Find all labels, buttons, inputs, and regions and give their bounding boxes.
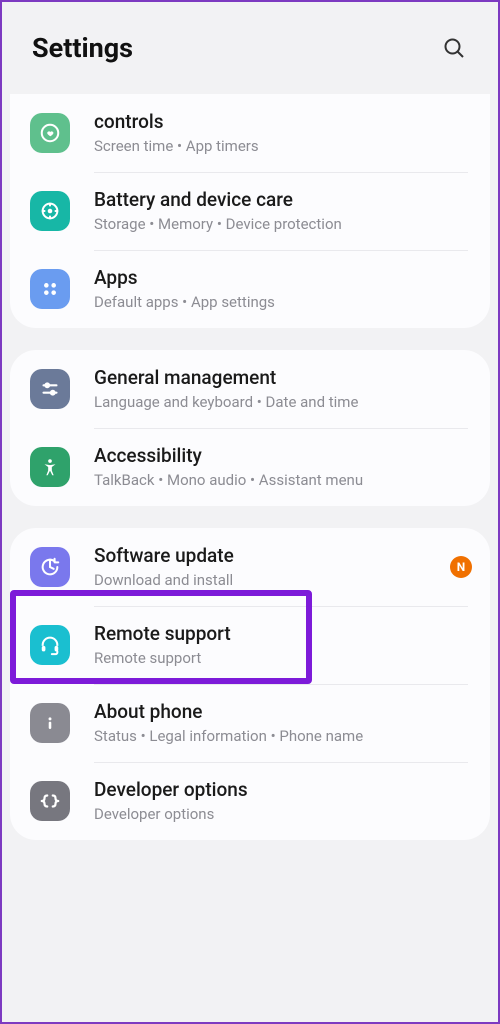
item-title: Remote support [94,622,472,646]
labels: Apps Default apps • App settings [94,266,472,312]
settings-item-software-update[interactable]: Software update Download and install N [14,528,486,606]
item-subtitle: Remote support [94,648,472,668]
item-title: Battery and device care [94,188,472,212]
item-subtitle: Developer options [94,804,472,824]
labels: controls Screen time • App timers [94,110,472,156]
item-title: About phone [94,700,472,724]
labels: Software update Download and install [94,544,442,590]
page-title: Settings [32,32,133,64]
settings-group: controls Screen time • App timers Batter… [10,94,490,328]
item-title: General management [94,366,472,390]
settings-item-developer-options[interactable]: Developer options Developer options [14,762,486,840]
item-title: controls [94,110,472,134]
settings-item-accessibility[interactable]: Accessibility TalkBack • Mono audio • As… [14,428,486,506]
settings-item-remote-support[interactable]: Remote support Remote support [14,606,486,684]
apps-icon [30,269,70,309]
search-button[interactable] [438,32,470,64]
labels: About phone Status • Legal information •… [94,700,472,746]
item-title: Apps [94,266,472,290]
item-title: Developer options [94,778,472,802]
item-title: Software update [94,544,442,568]
accessibility-icon [30,447,70,487]
labels: Accessibility TalkBack • Mono audio • As… [94,444,472,490]
labels: Developer options Developer options [94,778,472,824]
info-icon [30,703,70,743]
settings-item-about-phone[interactable]: About phone Status • Legal information •… [14,684,486,762]
item-title: Accessibility [94,444,472,468]
settings-group: Software update Download and install N R… [10,528,490,840]
item-subtitle: Screen time • App timers [94,136,472,156]
update-icon [30,547,70,587]
item-subtitle: Storage • Memory • Device protection [94,214,472,234]
heart-circle-icon [30,113,70,153]
item-subtitle: TalkBack • Mono audio • Assistant menu [94,470,472,490]
search-icon [442,36,466,60]
labels: Battery and device care Storage • Memory… [94,188,472,234]
notification-badge: N [450,556,472,578]
header: Settings [2,2,498,100]
settings-item-general-management[interactable]: General management Language and keyboard… [14,350,486,428]
sliders-icon [30,369,70,409]
item-subtitle: Default apps • App settings [94,292,472,312]
item-subtitle: Status • Legal information • Phone name [94,726,472,746]
care-icon [30,191,70,231]
headset-icon [30,625,70,665]
labels: Remote support Remote support [94,622,472,668]
settings-item-controls[interactable]: controls Screen time • App timers [14,94,486,172]
item-subtitle: Download and install [94,570,442,590]
code-icon [30,781,70,821]
labels: General management Language and keyboard… [94,366,472,412]
settings-item-battery-care[interactable]: Battery and device care Storage • Memory… [14,172,486,250]
settings-item-apps[interactable]: Apps Default apps • App settings [14,250,486,328]
settings-group: General management Language and keyboard… [10,350,490,506]
item-subtitle: Language and keyboard • Date and time [94,392,472,412]
